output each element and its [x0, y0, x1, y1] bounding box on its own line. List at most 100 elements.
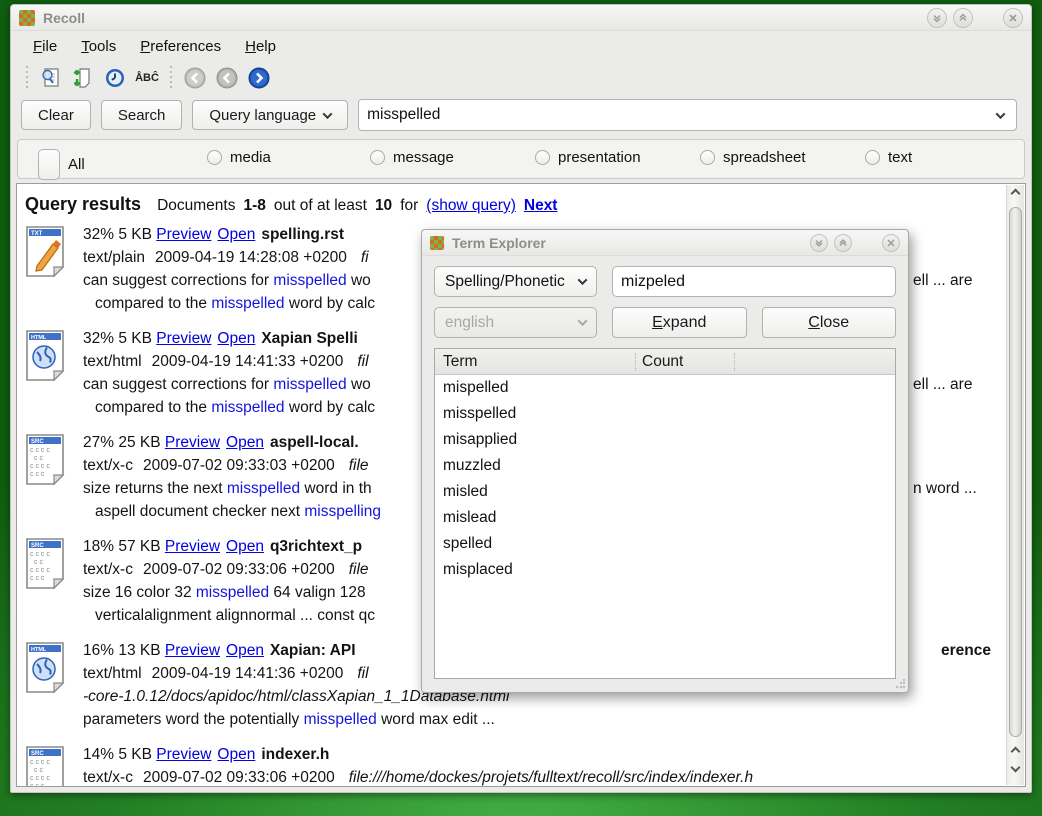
preview-link[interactable]: Preview	[156, 226, 211, 243]
radio-icon	[535, 150, 550, 165]
term-table-header[interactable]: Term Count	[435, 349, 895, 375]
radio-message[interactable]: message	[370, 149, 454, 166]
svg-text:c c: c c	[34, 455, 43, 462]
dialog-minimize-button[interactable]	[810, 234, 828, 252]
svg-text:c c: c c	[34, 767, 43, 774]
svg-text:TXT: TXT	[31, 231, 43, 237]
resize-grip[interactable]	[895, 679, 905, 689]
result-title: Xapian: API	[270, 642, 356, 659]
radio-icon	[207, 150, 222, 165]
show-query-link[interactable]: (show query)	[426, 197, 516, 215]
preview-link[interactable]: Preview	[156, 746, 211, 763]
chevron-down-icon	[578, 275, 588, 285]
svg-text:c c c: c c c	[30, 471, 45, 478]
preview-link[interactable]: Preview	[165, 434, 220, 451]
menu-preferences[interactable]: Preferences	[130, 35, 231, 58]
term-row[interactable]: mislead	[435, 505, 895, 531]
clear-button[interactable]: Clear	[21, 100, 91, 130]
result-title: q3richtext_p	[270, 538, 362, 555]
snippet-fragment: n word ...	[913, 480, 977, 498]
radio-icon	[38, 149, 60, 180]
term-input-wrap[interactable]	[612, 266, 896, 297]
menu-tools[interactable]: Tools	[71, 35, 126, 58]
scroll-up-arrow[interactable]	[1007, 185, 1024, 201]
chevron-down-icon[interactable]	[996, 109, 1006, 119]
search-button[interactable]: Search	[101, 100, 183, 130]
nav-prev-button[interactable]	[213, 65, 241, 91]
html-file-icon: HTML	[25, 642, 65, 694]
recoll-main-window: Recoll File Tools Preferences Help	[10, 4, 1032, 793]
close-button[interactable]: Close	[762, 307, 897, 338]
minimize-button[interactable]	[927, 8, 947, 28]
main-titlebar[interactable]: Recoll	[11, 5, 1031, 31]
scrollbar-thumb[interactable]	[1009, 207, 1022, 737]
result-title: indexer.h	[261, 746, 329, 763]
dialog-maximize-button[interactable]	[834, 234, 852, 252]
snippet-fragment: ell ... are	[913, 376, 972, 394]
recoll-app-icon	[430, 236, 444, 250]
radio-presentation[interactable]: presentation	[535, 149, 641, 166]
term-row[interactable]: spelled	[435, 531, 895, 557]
close-window-button[interactable]	[1003, 8, 1023, 28]
next-page-link[interactable]: Next	[524, 197, 558, 215]
term-input[interactable]	[621, 267, 887, 296]
preview-link[interactable]: Preview	[165, 642, 220, 659]
svg-text:HTML: HTML	[31, 335, 47, 341]
query-language-dropdown[interactable]: Query language	[192, 100, 348, 130]
svg-text:HTML: HTML	[31, 647, 47, 653]
nav-next-button[interactable]	[245, 65, 273, 91]
result-row: SRC c c c cc cc c c cc c c 14% 5 KB Prev…	[25, 744, 999, 786]
radio-spreadsheet[interactable]: spreadsheet	[700, 149, 806, 166]
title-fragment: erence	[941, 642, 991, 660]
recoll-app-icon	[19, 10, 35, 26]
term-row[interactable]: misplaced	[435, 557, 895, 583]
snippet-fragment: ell ... are	[913, 272, 972, 290]
menu-help[interactable]: Help	[235, 35, 286, 58]
open-link[interactable]: Open	[217, 746, 255, 763]
open-link[interactable]: Open	[226, 538, 264, 555]
column-term[interactable]: Term	[435, 353, 635, 371]
svg-text:c c c: c c c	[30, 575, 45, 582]
term-explorer-spell-icon[interactable]: ÅBĈ	[133, 65, 161, 91]
nav-first-button[interactable]	[181, 65, 209, 91]
expand-button[interactable]: Expand	[612, 307, 747, 338]
source-file-icon: SRC c c c cc cc c c cc c c	[25, 538, 65, 590]
toolbar-separator	[167, 66, 175, 90]
term-row[interactable]: mispelled	[435, 375, 895, 401]
search-input[interactable]	[367, 106, 989, 124]
term-row[interactable]: misspelled	[435, 401, 895, 427]
dialog-titlebar[interactable]: Term Explorer	[422, 230, 908, 256]
term-row[interactable]: muzzled	[435, 453, 895, 479]
expansion-type-dropdown[interactable]: Spelling/Phonetic	[434, 266, 597, 297]
maximize-button[interactable]	[953, 8, 973, 28]
radio-icon	[865, 150, 880, 165]
radio-text[interactable]: text	[865, 149, 912, 166]
search-row: Clear Search Query language	[11, 95, 1031, 135]
radio-media[interactable]: media	[207, 149, 271, 166]
sort-parameters-icon[interactable]	[69, 65, 97, 91]
preview-link[interactable]: Preview	[156, 330, 211, 347]
svg-text:SRC: SRC	[31, 751, 44, 757]
scroll-down-arrow[interactable]	[1007, 761, 1024, 777]
svg-text:c c c c: c c c c	[30, 759, 50, 766]
results-scrollbar[interactable]	[1006, 185, 1024, 785]
open-link[interactable]: Open	[226, 642, 264, 659]
menu-file[interactable]: File	[23, 35, 67, 58]
open-link[interactable]: Open	[217, 330, 255, 347]
term-row[interactable]: misled	[435, 479, 895, 505]
dialog-close-button[interactable]	[882, 234, 900, 252]
term-table: Term Count mispelled misspelled misappli…	[434, 348, 896, 679]
search-combobox[interactable]	[358, 99, 1017, 131]
open-link[interactable]: Open	[226, 434, 264, 451]
dialog-title: Term Explorer	[452, 235, 810, 251]
preview-document-icon[interactable]	[37, 65, 65, 91]
column-count[interactable]: Count	[635, 353, 735, 371]
term-row[interactable]: misapplied	[435, 427, 895, 453]
radio-all[interactable]: All	[38, 149, 85, 180]
history-clock-icon[interactable]	[101, 65, 129, 91]
svg-text:SRC: SRC	[31, 439, 44, 445]
svg-text:c c c c: c c c c	[30, 447, 50, 454]
open-link[interactable]: Open	[217, 226, 255, 243]
preview-link[interactable]: Preview	[165, 538, 220, 555]
scroll-up-arrow[interactable]	[1007, 743, 1024, 759]
